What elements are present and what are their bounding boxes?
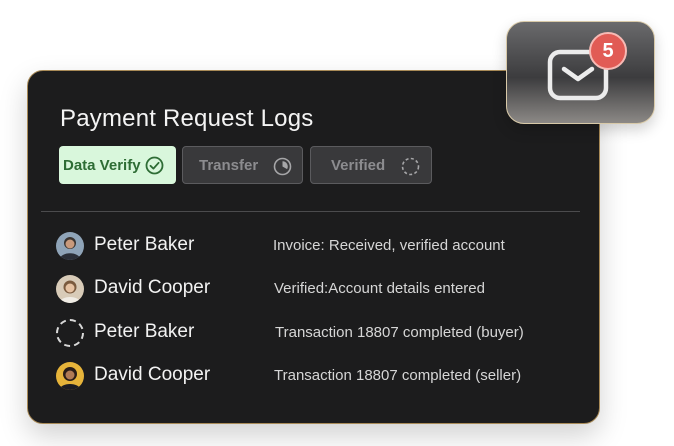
log-event: Transaction 18807 completed (buyer) — [275, 324, 524, 341]
log-event: Transaction 18807 completed (seller) — [274, 367, 522, 384]
user-name: David Cooper — [94, 364, 211, 385]
tab-label: Transfer — [199, 156, 259, 174]
log-event: Verified:Account details entered — [274, 280, 485, 297]
log-row[interactable]: David Cooper Transaction 18807 completed… — [56, 361, 576, 391]
tab-transfer[interactable]: Transfer — [182, 146, 303, 184]
log-row[interactable]: Peter Baker Invoice: Received, verified … — [56, 231, 576, 261]
tab-label: Data Verify — [63, 156, 141, 174]
avatar-placeholder — [56, 319, 84, 347]
avatar — [56, 232, 84, 260]
user-name: Peter Baker — [94, 321, 195, 342]
tab-data-verify[interactable]: Data Verify — [59, 146, 176, 184]
divider — [41, 211, 580, 212]
notification-count-badge: 5 — [589, 32, 627, 70]
panel-title: Payment Request Logs — [60, 105, 314, 132]
tab-verified[interactable]: Verified — [310, 146, 432, 184]
avatar — [56, 362, 84, 390]
check-circle-icon — [145, 156, 164, 175]
progress-circle-icon — [273, 157, 292, 176]
payment-logs-card: Payment Request Logs Data Verify Transfe… — [27, 70, 600, 424]
user-name: Peter Baker — [94, 234, 195, 255]
log-row[interactable]: David Cooper Verified:Account details en… — [56, 274, 576, 304]
user-name: David Cooper — [94, 277, 211, 298]
dashed-circle-icon — [401, 157, 420, 176]
avatar — [56, 275, 84, 303]
log-event: Invoice: Received, verified account — [273, 237, 505, 254]
log-row[interactable]: Peter Baker Transaction 18807 completed … — [56, 318, 576, 348]
tab-label: Verified — [331, 156, 386, 174]
mail-notification-button[interactable] — [506, 21, 655, 124]
